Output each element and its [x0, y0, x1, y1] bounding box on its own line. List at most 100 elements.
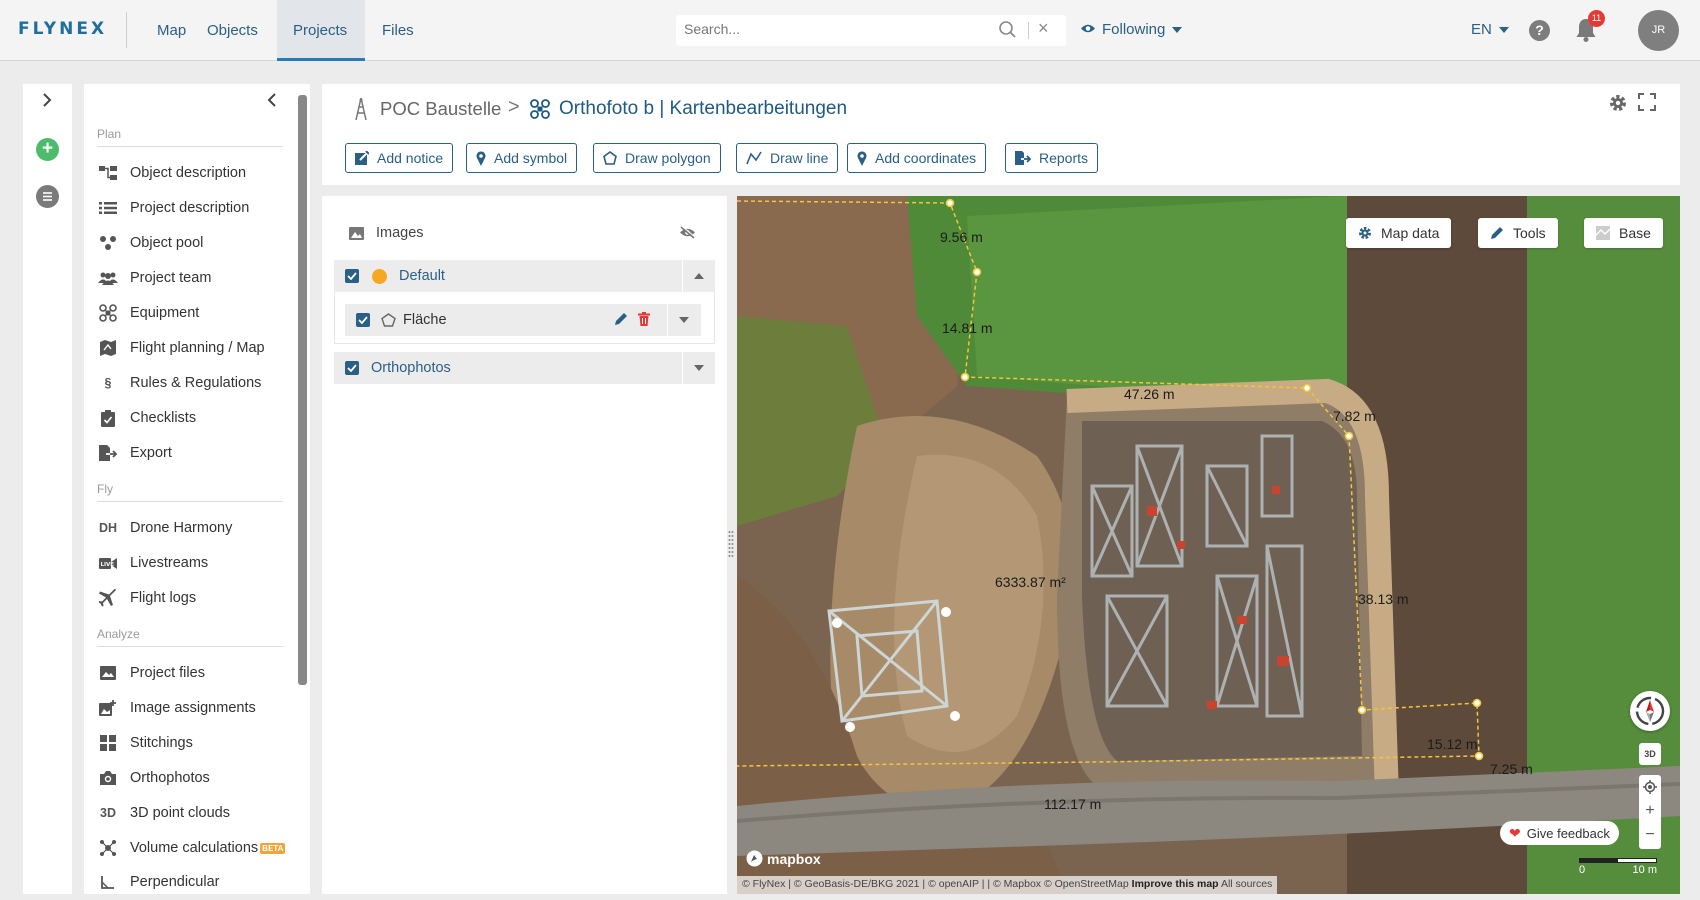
give-feedback-button[interactable]: ❤ Give feedback [1500, 821, 1619, 845]
pencil-icon[interactable] [614, 312, 628, 330]
layer-group-orthophotos[interactable]: Orthophotos [334, 352, 715, 384]
search-box: × [676, 15, 1066, 46]
base-label: Base [1619, 225, 1651, 241]
locate-icon[interactable] [1639, 775, 1661, 799]
breadcrumb-object[interactable]: POC Baustelle [354, 98, 501, 120]
sidebar-item-orthophotos[interactable]: Orthophotos [97, 766, 210, 790]
measurement-label: 7.82 m [1333, 408, 1376, 424]
expand-icon[interactable] [694, 365, 704, 371]
sidebar-item-object-pool[interactable]: Object pool [97, 231, 203, 255]
nav-tab-objects[interactable]: Objects [191, 0, 274, 61]
sidebar-scrollbar[interactable] [298, 95, 307, 685]
mapbox-logo[interactable]: mapbox [746, 850, 821, 867]
add-notice-button[interactable]: Add notice [345, 143, 454, 173]
toggle-3d-button[interactable]: 3D [1639, 743, 1661, 765]
add-icon[interactable]: + [36, 138, 59, 161]
clear-search-icon[interactable]: × [1038, 18, 1049, 39]
search-input[interactable] [684, 21, 984, 37]
drone-icon [530, 99, 550, 119]
map-view[interactable]: 9.56 m 14.81 m 47.26 m 7.82 m 6333.87 m²… [737, 196, 1680, 894]
flaeche-checkbox[interactable] [356, 313, 370, 327]
avatar[interactable]: JR [1638, 10, 1679, 51]
default-checkbox[interactable] [345, 269, 359, 283]
all-sources-link[interactable]: All sources [1221, 878, 1272, 890]
heart-icon: ❤ [1509, 824, 1521, 841]
add-notice-label: Add notice [377, 150, 444, 166]
sidebar-item-flight-planning[interactable]: Flight planning / Map [97, 336, 265, 360]
sidebar-item-project-files[interactable]: Project files [97, 661, 205, 685]
scale-bar: 0 10 m [1579, 858, 1657, 876]
polyline-icon [746, 151, 762, 165]
measurement-label: 14.81 m [942, 320, 993, 336]
reports-label: Reports [1039, 150, 1089, 166]
improve-map-link[interactable]: Improve this map [1132, 878, 1219, 890]
trash-icon[interactable] [638, 312, 650, 330]
grid-icon [97, 735, 119, 751]
panel-resize-handle[interactable] [728, 530, 734, 565]
help-icon[interactable]: ? [1529, 20, 1550, 41]
draw-line-button[interactable]: Draw line [736, 143, 839, 173]
collapse-icon[interactable] [694, 273, 704, 279]
sidebar-item-equipment[interactable]: Equipment [97, 301, 199, 325]
default-label: Default [399, 268, 445, 284]
sidebar-item-label: Project description [130, 200, 250, 216]
section-analyze: Analyze [97, 627, 283, 647]
list-icon[interactable] [36, 185, 59, 208]
chevron-down-icon [1498, 27, 1509, 34]
add-coordinates-button[interactable]: Add coordinates [847, 143, 987, 173]
nav-tab-projects[interactable]: Projects [277, 0, 365, 61]
base-layer-button[interactable]: Base [1584, 218, 1663, 248]
sidebar-item-label: Object description [130, 165, 247, 181]
sidebar-item-checklists[interactable]: Checklists [97, 406, 196, 430]
file-image-icon [97, 666, 119, 680]
area-label: 6333.87 m² [995, 574, 1066, 590]
clipboard-check-icon [97, 409, 119, 427]
compass-icon[interactable] [1630, 691, 1670, 731]
orthophotos-checkbox[interactable] [345, 361, 359, 375]
svg-text:LIVE: LIVE [101, 562, 115, 568]
sidebar-item-export[interactable]: Export [97, 441, 172, 465]
draw-polygon-button[interactable]: Draw polygon [593, 143, 721, 173]
fullscreen-icon[interactable] [1638, 93, 1656, 116]
language-label: EN [1471, 21, 1492, 38]
sidebar-item-project-team[interactable]: Project team [97, 266, 211, 290]
zoom-in-button[interactable]: + [1639, 799, 1661, 823]
images-label: Images [376, 225, 424, 241]
eye-slash-icon[interactable] [679, 225, 696, 244]
sidebar-item-drone-harmony[interactable]: DH Drone Harmony [97, 516, 232, 540]
nav-tab-files[interactable]: Files [366, 0, 430, 61]
zoom-out-button[interactable]: − [1639, 823, 1661, 847]
chevron-left-icon[interactable] [265, 92, 279, 113]
hierarchy-icon [97, 166, 119, 180]
sidebar-item-3d-point-clouds[interactable]: 3D 3D point clouds [97, 801, 230, 825]
plane-icon [97, 589, 119, 607]
logo-divider [126, 12, 127, 48]
measurement-label: 15.12 m [1427, 736, 1478, 752]
gear-icon[interactable] [1608, 93, 1628, 118]
team-icon [97, 271, 119, 285]
project-sidebar: Plan Object description Project descript… [84, 84, 310, 894]
search-icon[interactable] [998, 20, 1018, 45]
layer-group-default[interactable]: Default [334, 260, 715, 292]
sidebar-item-volume-calculations[interactable]: Volume calculations BETA [97, 836, 286, 860]
sidebar-item-project-description[interactable]: Project description [97, 196, 249, 220]
expand-icon[interactable] [679, 317, 689, 323]
sidebar-item-flight-logs[interactable]: Flight logs [97, 586, 196, 610]
reports-button[interactable]: Reports [1005, 143, 1099, 173]
add-symbol-button[interactable]: Add symbol [466, 143, 578, 173]
flynex-logo[interactable]: FLYNEX [18, 19, 107, 39]
tools-button[interactable]: Tools [1478, 218, 1558, 248]
scale-start: 0 [1579, 864, 1586, 876]
chevron-right-icon[interactable] [40, 92, 54, 113]
sidebar-item-rules[interactable]: § Rules & Regulations [97, 371, 262, 395]
sidebar-item-stitchings[interactable]: Stitchings [97, 731, 193, 755]
layer-item-flaeche[interactable]: Fläche [345, 304, 701, 336]
layer-panel: Images Default Fläche Orthophotos [322, 196, 727, 894]
map-data-button[interactable]: Map data [1346, 218, 1452, 248]
language-selector[interactable]: EN [1471, 21, 1509, 38]
sidebar-item-livestreams[interactable]: LIVE Livestreams [97, 551, 208, 575]
following-dropdown[interactable]: Following [1080, 21, 1183, 38]
sidebar-item-image-assignments[interactable]: Image assignments [97, 696, 256, 720]
sidebar-item-object-description[interactable]: Object description [97, 161, 246, 185]
sidebar-item-perpendicular[interactable]: Perpendicular [97, 870, 219, 894]
